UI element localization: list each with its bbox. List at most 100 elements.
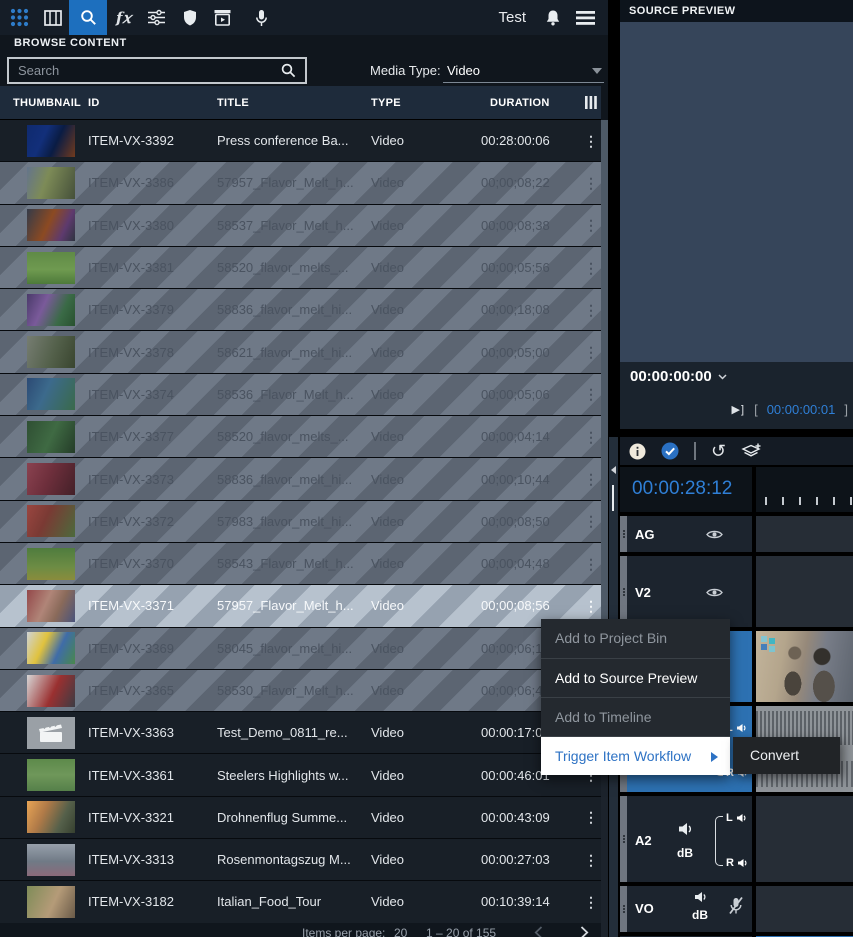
track-lane-vo[interactable] [756,886,853,932]
search-field-icon[interactable] [281,63,296,78]
track-drag-handle[interactable] [620,516,627,552]
row-menu-button[interactable]: ⋮ [581,431,601,443]
mark-in-bracket[interactable]: [ [754,402,758,417]
collapse-left-icon[interactable] [611,466,616,474]
gain-label[interactable]: dB [677,846,693,860]
timeline-ruler[interactable] [756,467,853,512]
table-row[interactable]: ITEM-VX-3313Rosenmontagszug M...Video00:… [0,839,601,881]
track-drag-handle[interactable] [620,886,627,932]
undo-icon[interactable]: ↺ [711,442,726,460]
column-header-id[interactable]: ID [88,97,217,109]
speaker-icon[interactable] [678,822,694,836]
table-row[interactable]: ITEM-VX-337958836_flavor_melt_hi...Video… [0,289,601,331]
table-row[interactable]: ITEM-VX-337058543_Flavor_Melt_h...Video0… [0,543,601,585]
library-button[interactable] [36,0,69,35]
search-input[interactable] [9,63,281,78]
track-drag-handle[interactable] [620,796,627,882]
info-icon[interactable] [629,443,646,460]
track-drag-handle[interactable] [620,556,627,627]
row-menu-button[interactable]: ⋮ [581,262,601,274]
chevron-down-icon[interactable] [592,68,602,74]
track-lane-v1[interactable] [756,631,853,702]
track-header-vo[interactable]: VO dB [620,886,752,932]
track-header-a2[interactable]: A2 dB L R [620,796,752,882]
row-menu-button[interactable]: ⋮ [581,388,601,400]
context-menu-item[interactable]: Add to Project Bin [541,619,730,658]
row-menu-button[interactable]: ⋮ [581,219,601,231]
table-row[interactable]: ITEM-VX-3182Italian_Food_TourVideo00:10:… [0,881,601,923]
voice-button[interactable] [245,0,278,35]
gain-label[interactable]: dB [692,908,708,922]
table-row[interactable]: ITEM-VX-337157957_Flavor_Melt_h...Video0… [0,585,601,627]
divider-scroll-thumb[interactable] [612,485,614,511]
column-header-title[interactable]: TITLE [217,97,371,109]
context-submenu-item-convert[interactable]: Convert [733,737,840,774]
table-row[interactable]: ITEM-VX-337458536_Flavor_Melt_h...Video0… [0,374,601,416]
eye-icon[interactable] [706,587,723,598]
right-channel[interactable]: R [726,857,748,869]
row-menu-button[interactable]: ⋮ [581,600,601,612]
speaker-icon[interactable] [694,891,708,903]
column-header-type[interactable]: TYPE [371,97,466,109]
add-layer-icon[interactable] [741,443,762,460]
table-row[interactable]: ITEM-VX-3321Drohnenflug Summe...Video00:… [0,797,601,839]
row-menu-button[interactable]: ⋮ [581,135,601,147]
mark-in-timecode[interactable]: 00:00:00:01 [767,402,836,417]
table-row[interactable]: ITEM-VX-337858621_flavor_melt_hi...Video… [0,331,601,373]
admin-button[interactable] [173,0,206,35]
table-row[interactable]: ITEM-VX-3363Test_Demo_0811_re...Video00:… [0,712,601,754]
table-row[interactable]: ITEM-VX-338657957_Flavor_Melt_h...Video0… [0,162,601,204]
table-row[interactable]: ITEM-VX-338058537_Flavor_Melt_h...Video0… [0,205,601,247]
table-row[interactable]: ITEM-VX-337358836_flavor_melt_hi...Video… [0,458,601,500]
left-channel[interactable]: L [726,812,747,824]
context-menu-item[interactable]: Add to Timeline [541,697,730,736]
columns-icon[interactable] [581,96,601,109]
table-row[interactable]: ITEM-VX-337758520_flavor_melts_...Video0… [0,416,601,458]
row-menu-button[interactable]: ⋮ [581,304,601,316]
track-lane-a2[interactable] [756,796,853,882]
track-lane-ag[interactable] [756,516,853,552]
track-lane-v2[interactable] [756,556,853,627]
settings-button[interactable] [140,0,173,35]
table-scrollbar[interactable] [601,120,608,937]
table-row[interactable]: ITEM-VX-3392Press conference Ba...Video0… [0,120,601,162]
eye-icon[interactable] [706,529,723,540]
context-menu-item[interactable]: Add to Source Preview [541,658,730,697]
playhead-timecode-cell[interactable]: 00:00:28:12 [620,467,752,512]
row-menu-button[interactable]: ⋮ [581,515,601,527]
table-row[interactable]: ITEM-VX-338158520_flavor_melts_...Video0… [0,247,601,289]
row-menu-button[interactable]: ⋮ [581,896,601,908]
table-row[interactable]: ITEM-VX-337257983_flavor_melt_hi...Video… [0,501,601,543]
track-header-ag[interactable]: AG [620,516,752,552]
column-header-duration[interactable]: DURATION [466,97,581,109]
apps-button[interactable] [3,0,36,35]
row-menu-button[interactable]: ⋮ [581,558,601,570]
main-menu-button[interactable] [569,0,602,35]
preview-timecode-dropdown[interactable]: 00:00:00:00 [630,368,727,385]
search-tool-button[interactable] [69,0,107,35]
media-type-select[interactable]: Media Type: Video [368,57,606,84]
row-menu-button[interactable]: ⋮ [581,811,601,823]
row-menu-button[interactable]: ⋮ [581,473,601,485]
row-menu-button[interactable]: ⋮ [581,854,601,866]
table-row[interactable]: ITEM-VX-3361Steelers Highlights w...Vide… [0,754,601,796]
row-menu-button[interactable]: ⋮ [581,346,601,358]
previous-page-icon[interactable] [534,926,543,937]
check-circle-icon[interactable] [661,442,679,460]
track-header-v2[interactable]: V2 [620,556,752,627]
video-clip[interactable] [756,631,853,702]
mark-out-bracket[interactable]: ] [844,402,848,417]
goto-in-button[interactable]: ▶] [732,403,746,416]
microphone-muted-icon[interactable] [728,896,744,915]
items-per-page-value[interactable]: 20 [394,926,407,937]
notifications-button[interactable] [536,0,569,35]
table-row[interactable]: ITEM-VX-336958045_flavor_melt_hi...Video… [0,628,601,670]
next-page-icon[interactable] [580,926,589,937]
column-header-thumbnail[interactable]: THUMBNAIL [0,97,88,109]
table-row[interactable]: ITEM-VX-336558530_Flavor_Melt_h...Video0… [0,670,601,712]
effects-button[interactable]: f𝑥 [107,0,140,35]
context-menu-item[interactable]: Trigger Item Workflow [541,736,730,775]
row-menu-button[interactable]: ⋮ [581,177,601,189]
user-label[interactable]: Test [498,9,526,26]
archive-button[interactable] [206,0,239,35]
